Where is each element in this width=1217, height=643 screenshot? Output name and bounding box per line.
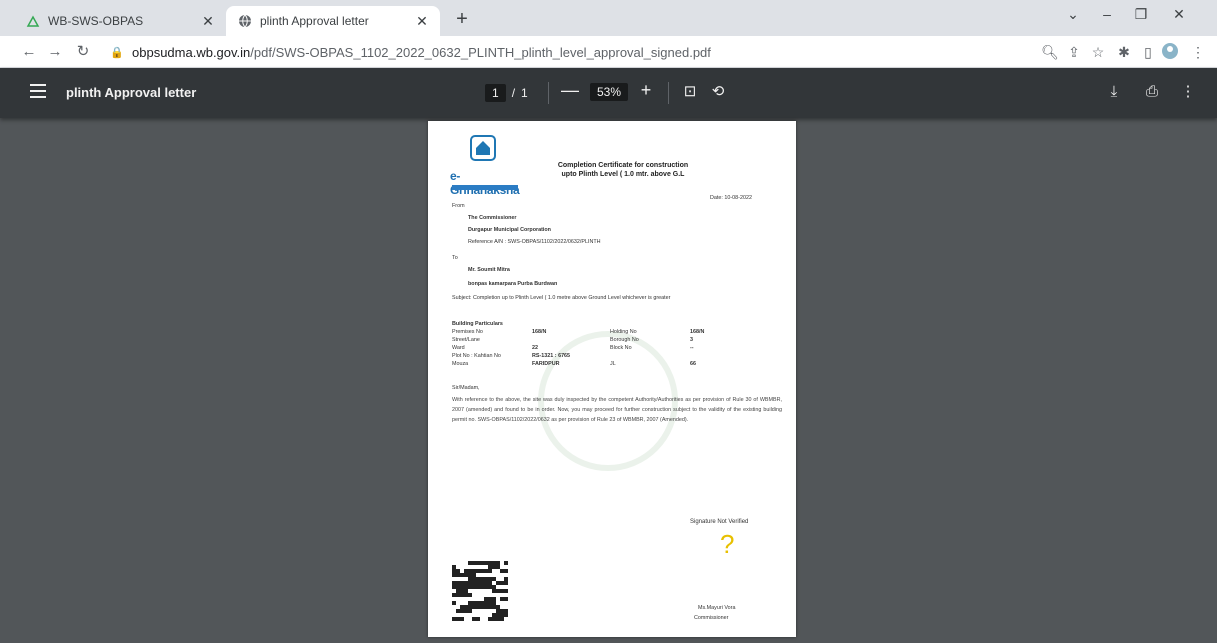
browser-toolbar: ← → ↻ 🔒 obpsudma.wb.gov.in /pdf/SWS-OBPA… <box>0 36 1217 68</box>
browser-menu-icon[interactable]: ⋮ <box>1188 42 1208 62</box>
tab-plinth-approval[interactable]: plinth Approval letter ✕ <box>226 6 440 36</box>
reload-button[interactable]: ↻ <box>72 42 94 62</box>
particular-cell: JL <box>610 361 616 367</box>
print-icon[interactable]: ⎙ <box>1142 82 1162 102</box>
particular-cell: Holding No <box>610 329 637 335</box>
rotate-icon[interactable]: ⟲ <box>708 82 728 102</box>
extensions-icon[interactable]: ✱ <box>1114 42 1134 62</box>
pdf-page: e-Grihanaksha Completion Certificate for… <box>428 121 796 637</box>
minimize-button[interactable]: – <box>1092 6 1122 22</box>
address-bar[interactable]: 🔒 obpsudma.wb.gov.in /pdf/SWS-OBPAS_1102… <box>110 39 1010 65</box>
reference: Reference A/N : SWS-OBPAS/1102/2022/0632… <box>468 239 601 245</box>
logo: e-Grihanaksha <box>450 135 520 197</box>
forward-button[interactable]: → <box>44 42 66 62</box>
from-label: From <box>452 203 465 209</box>
particular-cell: Ward <box>452 345 465 351</box>
particular-cell: 66 <box>690 361 696 367</box>
zoom-icon[interactable]: 🔍︎ <box>1040 42 1060 62</box>
page-number-input[interactable]: 1 <box>485 84 506 102</box>
particular-cell: -- <box>690 345 694 351</box>
fit-page-icon[interactable]: ⊡ <box>680 82 700 102</box>
signatory-name: Ms.Mayuri Vora <box>698 605 736 611</box>
side-panel-icon[interactable]: ▯ <box>1138 42 1158 62</box>
chevron-down-icon[interactable]: ⌄ <box>1058 6 1088 23</box>
page-indicator: 1 / 1 <box>485 83 528 103</box>
url-host: obpsudma.wb.gov.in <box>132 44 251 60</box>
brand-name: e-Grihanaksha <box>450 169 520 197</box>
tab-title: WB-SWS-OBPAS <box>48 14 144 28</box>
particular-cell: Borough No <box>610 337 639 343</box>
new-tab-button[interactable]: + <box>450 8 474 31</box>
particular-cell: 168/N <box>690 329 705 335</box>
share-icon[interactable]: ⇪ <box>1064 42 1084 62</box>
close-icon[interactable]: ✕ <box>198 13 218 30</box>
house-icon <box>470 135 496 161</box>
particular-cell: FARIDPUR <box>532 361 560 367</box>
tab-strip: WB-SWS-OBPAS ✕ plinth Approval letter ✕ … <box>0 0 1217 36</box>
lock-icon[interactable]: 🔒 <box>110 46 124 59</box>
particular-cell: Block No <box>610 345 632 351</box>
particulars-heading: Building Particulars <box>452 321 503 327</box>
to-label: To <box>452 255 458 261</box>
back-button[interactable]: ← <box>18 42 40 62</box>
more-options-icon[interactable]: ⋮ <box>1178 82 1198 102</box>
download-icon[interactable]: ⤓ <box>1104 82 1124 102</box>
window-close-button[interactable]: ✕ <box>1164 6 1194 23</box>
signatory-title: Commissioner <box>694 615 729 621</box>
question-mark-icon: ? <box>720 529 734 559</box>
from-name: The Commissioner <box>468 215 517 221</box>
globe-icon <box>238 14 252 28</box>
particular-cell: Premises No <box>452 329 483 335</box>
page-total: 1 <box>521 86 528 100</box>
tab-title: plinth Approval letter <box>260 14 369 28</box>
to-name: Mr. Soumit Mitra <box>468 267 510 273</box>
tab-wb-sws-obpas[interactable]: WB-SWS-OBPAS ✕ <box>26 6 226 36</box>
profile-avatar[interactable] <box>1160 42 1180 62</box>
salutation: Sir/Madam, <box>452 385 480 391</box>
pdf-title: plinth Approval letter <box>66 85 197 100</box>
particular-cell: RS-1321 : 6765 <box>532 353 571 359</box>
particular-cell: Mouza <box>452 361 469 367</box>
url-path: /pdf/SWS-OBPAS_1102_2022_0632_PLINTH_pli… <box>250 44 711 60</box>
menu-icon[interactable] <box>30 84 46 98</box>
restore-button[interactable]: ❐ <box>1126 6 1156 23</box>
zoom-out-button[interactable]: — <box>560 80 580 101</box>
particular-cell: 168/N <box>532 329 547 335</box>
bookmark-star-icon[interactable]: ☆ <box>1088 42 1108 62</box>
from-org: Durgapur Municipal Corporation <box>468 227 551 233</box>
date: Date: 10-08-2022 <box>710 195 752 201</box>
signature-status: Signature Not Verified <box>690 519 749 525</box>
certificate-title: Completion Certificate for construction … <box>557 162 689 178</box>
subject: Subject: Completion up to Plinth Level (… <box>452 295 671 301</box>
qr-code <box>452 561 508 621</box>
zoom-in-button[interactable]: + <box>636 80 656 101</box>
particular-cell: 3 <box>690 337 693 343</box>
svg-text:?: ? <box>720 529 734 559</box>
particular-cell: 22 <box>532 345 538 351</box>
to-address: bonpas kamarpara Purba Burdwan <box>468 281 558 287</box>
close-icon[interactable]: ✕ <box>412 13 432 30</box>
tab-favicon-icon <box>26 14 40 28</box>
pdf-toolbar: plinth Approval letter 1 / 1 — 53% + ⊡ ⟲… <box>0 68 1217 118</box>
zoom-input[interactable]: 53% <box>590 83 629 101</box>
digital-signature: Signature Not Verified ? <box>690 511 764 571</box>
particular-cell: Street/Lane <box>452 337 480 343</box>
particular-cell: Plot No : Kahtian No <box>452 353 501 359</box>
body-text: With reference to the above, the site wa… <box>452 397 782 423</box>
